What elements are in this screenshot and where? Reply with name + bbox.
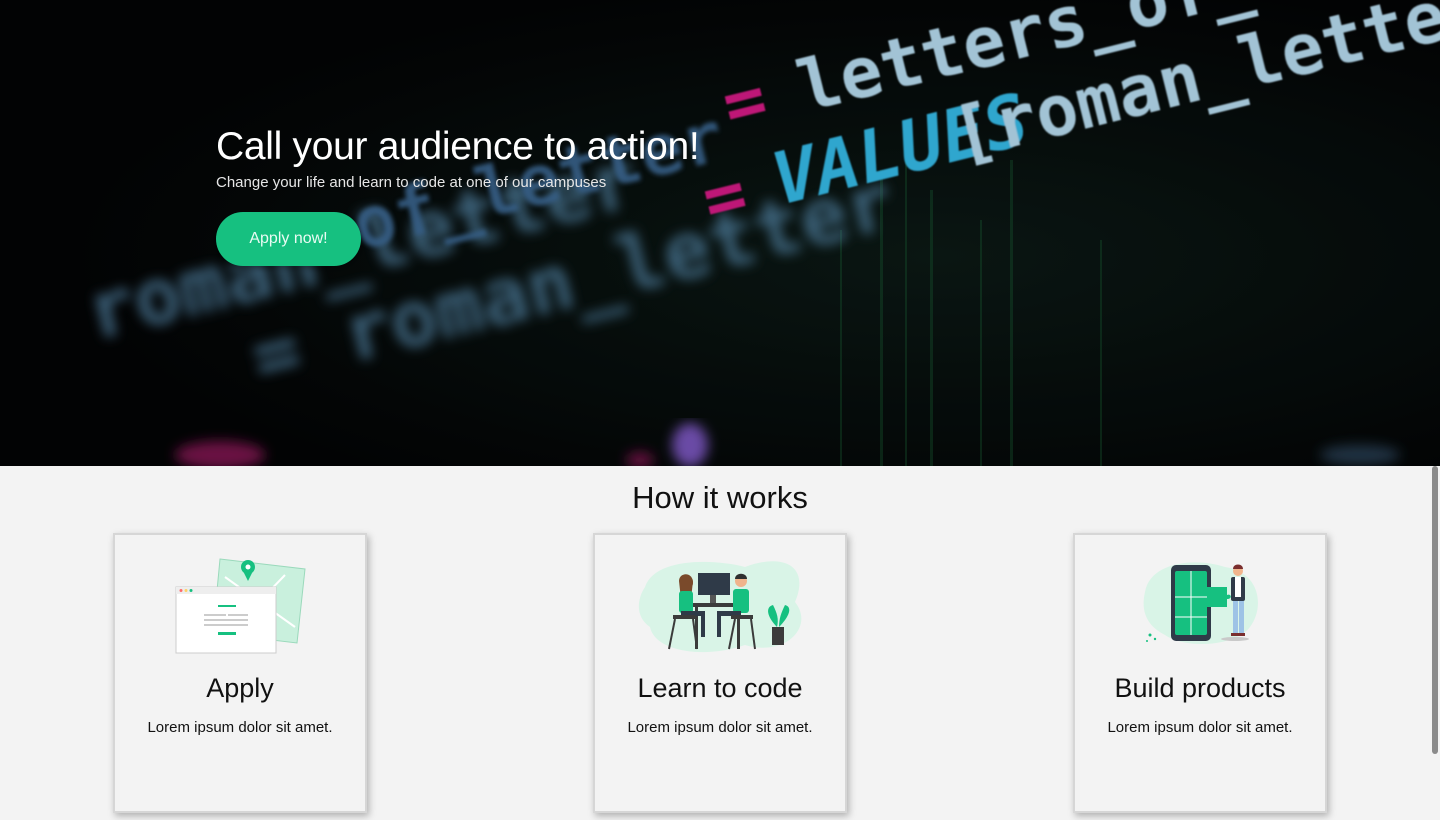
scrollbar-thumb[interactable] bbox=[1432, 466, 1438, 754]
card-title: Learn to code bbox=[637, 673, 803, 703]
hero-content: Call your audience to action! Change you… bbox=[216, 124, 700, 266]
hero-title: Call your audience to action! bbox=[216, 125, 700, 168]
card-title: Build products bbox=[1114, 673, 1286, 703]
how-it-works-section: How it works Apply Lorem ipsum dolor sit… bbox=[0, 466, 1440, 820]
hero-subtitle: Change your life and learn to code at on… bbox=[216, 174, 607, 191]
card-apply: Apply Lorem ipsum dolor sit amet. bbox=[113, 533, 367, 813]
page-scrollbar[interactable] bbox=[1430, 466, 1440, 820]
card-text: Lorem ipsum dolor sit amet. bbox=[627, 719, 813, 736]
card-build-products: Build products Lorem ipsum dolor sit ame… bbox=[1073, 533, 1327, 813]
people-at-computer-icon bbox=[638, 561, 802, 653]
card-title: Apply bbox=[206, 673, 274, 703]
card-text: Lorem ipsum dolor sit amet. bbox=[1107, 719, 1293, 736]
apply-now-button[interactable]: Apply now! bbox=[216, 212, 361, 266]
phone-puzzle-icon bbox=[1143, 562, 1258, 645]
hero-section: roman_letter = roman_letter of_letter = … bbox=[0, 0, 1440, 466]
section-title: How it works bbox=[632, 480, 808, 515]
card-text: Lorem ipsum dolor sit amet. bbox=[147, 719, 333, 736]
application-map-icon bbox=[175, 558, 306, 654]
card-learn-to-code: Learn to code Lorem ipsum dolor sit amet… bbox=[593, 533, 847, 813]
